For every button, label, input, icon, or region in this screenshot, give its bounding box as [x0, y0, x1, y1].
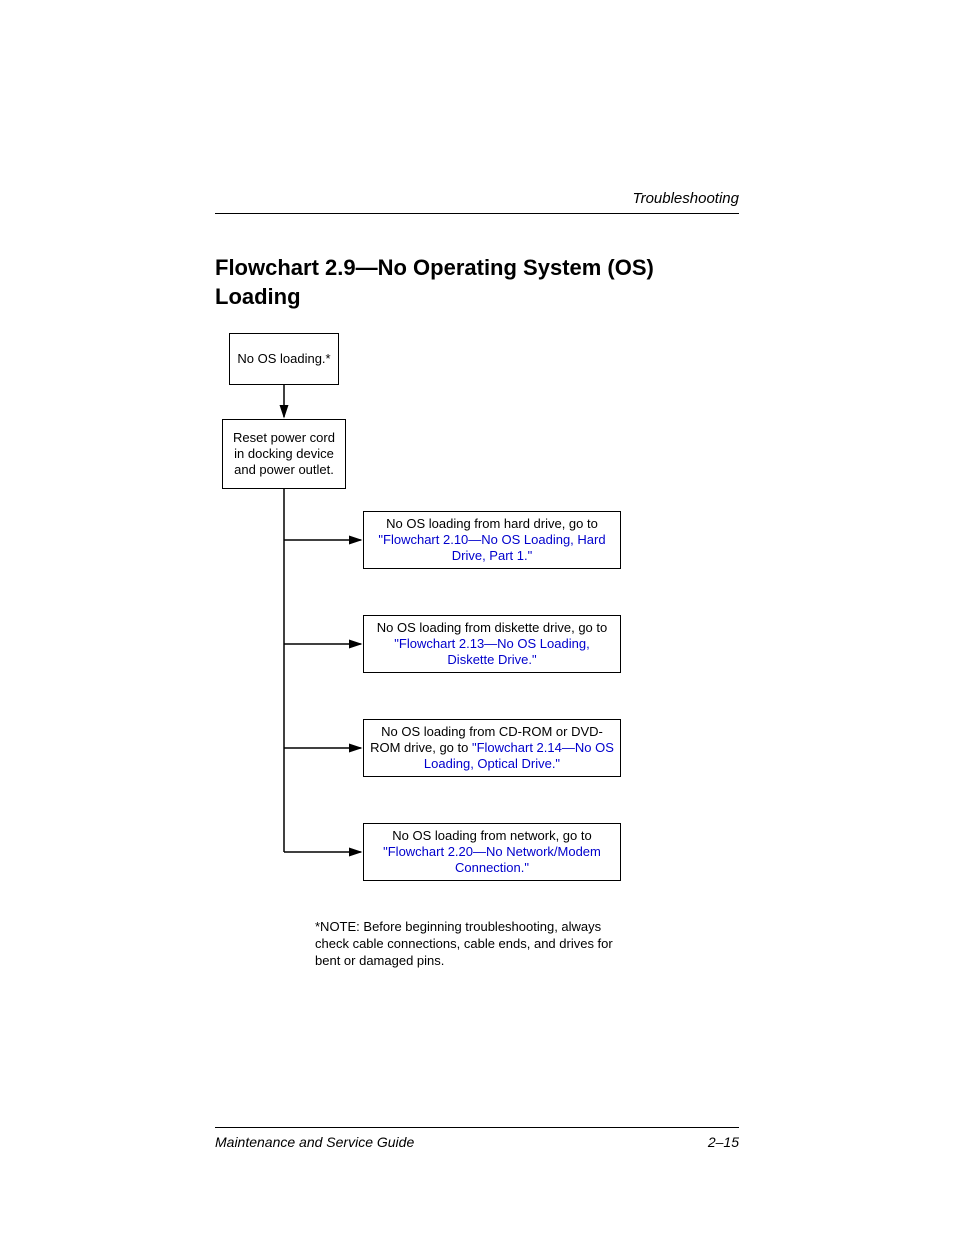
flow-node-network-text: No OS loading from network, go to "Flowc…	[370, 828, 614, 877]
page-footer: Maintenance and Service Guide 2–15	[215, 1127, 739, 1150]
link-flowchart-2-10[interactable]: "Flowchart 2.10—No OS Loading, Hard Driv…	[378, 532, 605, 563]
flow-node-diskette: No OS loading from diskette drive, go to…	[363, 615, 621, 673]
flow-node-reset: Reset power cord in docking device and p…	[222, 419, 346, 489]
page-title: Flowchart 2.9—No Operating System (OS) L…	[215, 254, 739, 311]
section-header: Troubleshooting	[215, 190, 739, 214]
flow-node-network: No OS loading from network, go to "Flowc…	[363, 823, 621, 881]
flow-node-reset-text: Reset power cord in docking device and p…	[229, 430, 339, 479]
flow-node-hdd-text: No OS loading from hard drive, go to "Fl…	[370, 516, 614, 565]
link-flowchart-2-20[interactable]: "Flowchart 2.20—No Network/Modem Connect…	[383, 844, 601, 875]
flow-footnote: *NOTE: Before beginning troubleshooting,…	[315, 919, 615, 970]
flowchart-container: No OS loading.* Reset power cord in dock…	[215, 333, 739, 973]
flow-node-hdd: No OS loading from hard drive, go to "Fl…	[363, 511, 621, 569]
footer-right: 2–15	[708, 1134, 739, 1150]
flow-node-start-text: No OS loading.*	[237, 351, 330, 367]
flowchart-connectors	[215, 333, 635, 893]
flow-node-start: No OS loading.*	[229, 333, 339, 385]
flow-node-diskette-text: No OS loading from diskette drive, go to…	[370, 620, 614, 669]
flow-node-cdrom: No OS loading from CD-ROM or DVD-ROM dri…	[363, 719, 621, 777]
flow-node-cdrom-text: No OS loading from CD-ROM or DVD-ROM dri…	[370, 724, 614, 773]
footer-left: Maintenance and Service Guide	[215, 1134, 414, 1150]
link-flowchart-2-13[interactable]: "Flowchart 2.13—No OS Loading, Diskette …	[394, 636, 589, 667]
